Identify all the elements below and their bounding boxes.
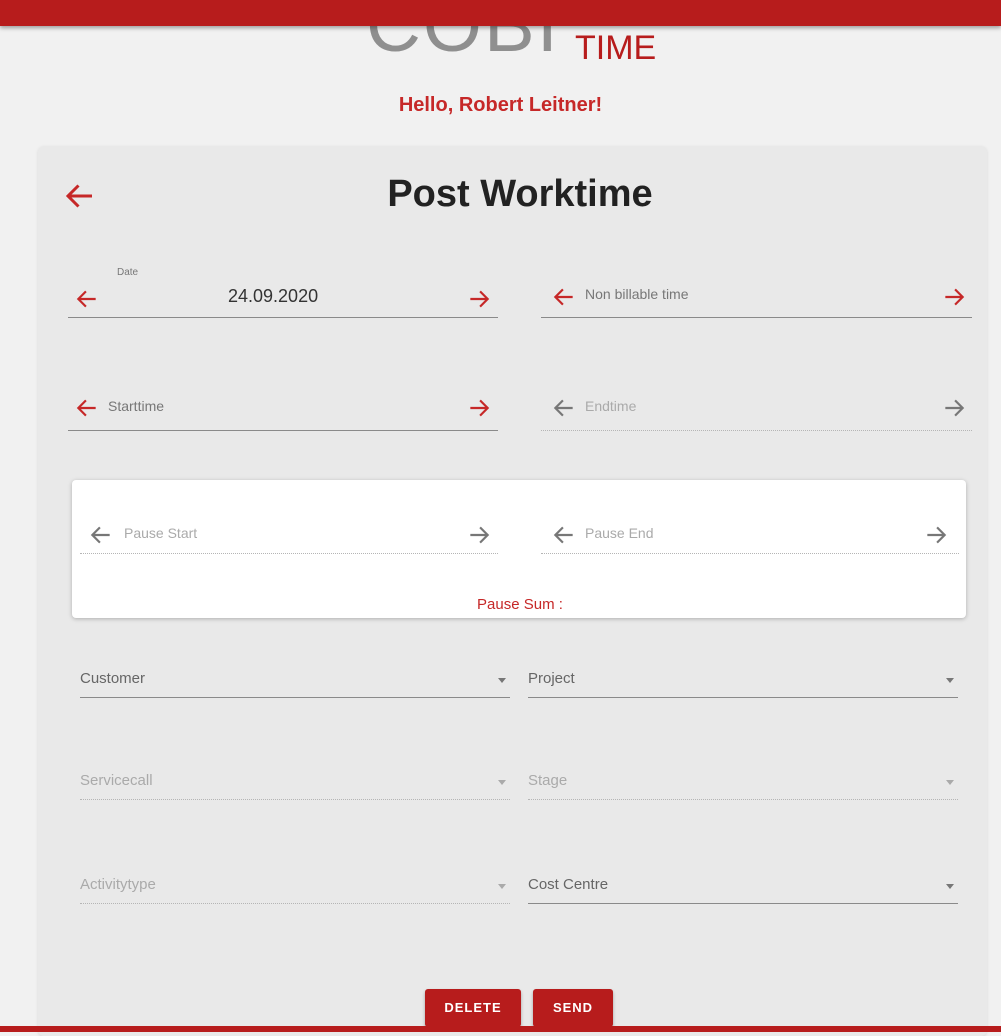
non-billable-prev-arrow-icon[interactable] bbox=[551, 284, 577, 310]
endtime-next-arrow-icon[interactable] bbox=[941, 395, 967, 421]
stage-underline bbox=[528, 799, 958, 800]
project-caret-down-icon bbox=[946, 678, 954, 683]
customer-underline bbox=[80, 697, 510, 698]
logo-sub-text: TIME bbox=[575, 29, 657, 67]
endtime-underline bbox=[541, 430, 972, 431]
pause-sum-label: Pause Sum : bbox=[477, 596, 563, 613]
date-value[interactable]: 24.09.2020 bbox=[228, 286, 318, 307]
pause-end-prev-arrow-icon[interactable] bbox=[551, 522, 577, 548]
non-billable-time-placeholder[interactable]: Non billable time bbox=[585, 286, 689, 302]
activitytype-select[interactable]: Activitytype bbox=[80, 868, 510, 904]
pause-end-underline bbox=[541, 553, 959, 554]
starttime-field: Starttime bbox=[68, 380, 498, 431]
pause-start-next-arrow-icon[interactable] bbox=[466, 522, 492, 548]
bottom-bar bbox=[0, 1026, 1001, 1032]
date-next-arrow-icon[interactable] bbox=[466, 286, 492, 312]
greeting-text: Hello, Robert Leitner! bbox=[398, 94, 603, 116]
non-billable-next-arrow-icon[interactable] bbox=[941, 284, 967, 310]
customer-select[interactable]: Customer bbox=[80, 662, 510, 698]
servicecall-select-label: Servicecall bbox=[80, 772, 153, 789]
cost-centre-select[interactable]: Cost Centre bbox=[528, 868, 958, 904]
non-billable-underline bbox=[541, 317, 972, 318]
pause-start-prev-arrow-icon[interactable] bbox=[88, 522, 114, 548]
date-prev-arrow-icon[interactable] bbox=[74, 286, 100, 312]
stage-caret-down-icon bbox=[946, 780, 954, 785]
customer-caret-down-icon bbox=[498, 678, 506, 683]
starttime-placeholder[interactable]: Starttime bbox=[108, 398, 164, 414]
project-select-label: Project bbox=[528, 670, 575, 687]
customer-select-label: Customer bbox=[80, 670, 146, 687]
cost-centre-caret-down-icon bbox=[946, 884, 954, 889]
non-billable-time-field: Non billable time bbox=[541, 264, 972, 318]
servicecall-underline bbox=[80, 799, 510, 800]
starttime-next-arrow-icon[interactable] bbox=[466, 395, 492, 421]
endtime-placeholder[interactable]: Endtime bbox=[585, 398, 636, 414]
servicecall-select[interactable]: Servicecall bbox=[80, 764, 510, 800]
date-label: Date bbox=[117, 267, 139, 278]
date-underline bbox=[68, 317, 498, 318]
pause-end-placeholder[interactable]: Pause End bbox=[585, 525, 654, 541]
stage-select-label: Stage bbox=[528, 772, 568, 789]
pause-end-next-arrow-icon[interactable] bbox=[923, 522, 949, 548]
endtime-field: Endtime bbox=[541, 380, 972, 431]
starttime-underline bbox=[68, 430, 498, 431]
project-underline bbox=[528, 697, 958, 698]
activitytype-underline bbox=[80, 903, 510, 904]
activitytype-caret-down-icon bbox=[498, 884, 506, 889]
top-app-bar bbox=[0, 0, 1001, 26]
stage-select[interactable]: Stage bbox=[528, 764, 958, 800]
delete-button[interactable]: DELETE bbox=[425, 989, 521, 1027]
project-select[interactable]: Project bbox=[528, 662, 958, 698]
pause-start-underline bbox=[80, 553, 498, 554]
cost-centre-underline bbox=[528, 903, 958, 904]
pause-start-field: Pause Start bbox=[80, 508, 498, 554]
servicecall-caret-down-icon bbox=[498, 780, 506, 785]
activitytype-select-label: Activitytype bbox=[80, 876, 156, 893]
date-field: Date 24.09.2020 bbox=[68, 264, 498, 318]
cost-centre-select-label: Cost Centre bbox=[528, 876, 609, 893]
endtime-prev-arrow-icon[interactable] bbox=[551, 395, 577, 421]
pause-start-placeholder[interactable]: Pause Start bbox=[124, 525, 197, 541]
pause-end-field: Pause End bbox=[541, 508, 959, 554]
page-title: Post Worktime bbox=[387, 173, 653, 215]
send-button[interactable]: SEND bbox=[533, 989, 613, 1027]
starttime-prev-arrow-icon[interactable] bbox=[74, 395, 100, 421]
